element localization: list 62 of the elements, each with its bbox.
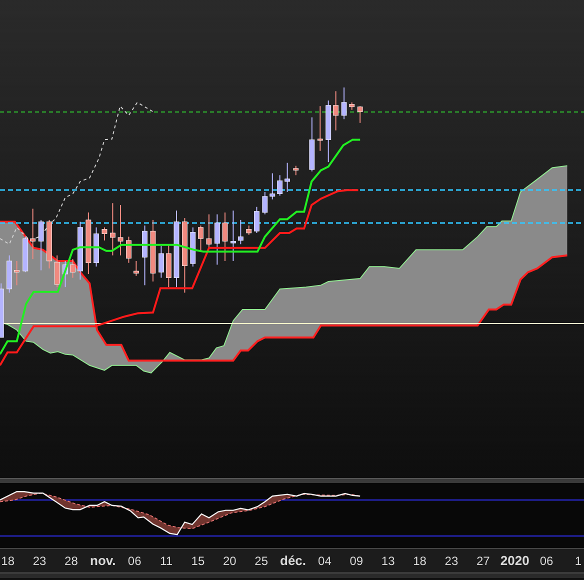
candle [341, 86, 347, 120]
axis-label: 09 [350, 554, 364, 568]
candle [22, 236, 28, 273]
candle [262, 191, 268, 215]
candle [349, 102, 355, 110]
axis-label: 1 [574, 554, 582, 568]
candle [46, 219, 52, 269]
candle [94, 226, 99, 268]
candle [62, 260, 68, 288]
axis-label: 23 [32, 554, 46, 568]
axis-label: 18 [1, 554, 15, 568]
candle [102, 226, 108, 241]
candle [158, 246, 164, 278]
axis-label: 13 [381, 554, 395, 568]
axis-label: 20 [222, 554, 236, 568]
axis-label: 2020 [500, 553, 530, 568]
candle [150, 219, 156, 282]
candle [238, 219, 244, 245]
candle [190, 226, 196, 268]
axis-label: 25 [254, 554, 268, 568]
axis-label: 18 [413, 554, 426, 568]
axis-label: 11 [160, 554, 173, 568]
axis-label: 04 [318, 554, 332, 568]
axis-label: 15 [191, 554, 205, 568]
candle [38, 219, 44, 271]
candle [357, 106, 363, 124]
candle [214, 214, 220, 266]
candle [284, 162, 290, 192]
candle [126, 236, 132, 264]
candle [54, 254, 60, 288]
axis-label: 28 [64, 554, 78, 568]
candle [134, 260, 139, 276]
axis-label: 27 [476, 554, 490, 568]
candle [198, 225, 204, 252]
candle [254, 206, 260, 234]
candle [6, 254, 12, 294]
candle [0, 282, 4, 338]
candle [309, 116, 315, 172]
axis-label: nov. [90, 553, 116, 568]
candle [270, 172, 276, 200]
candle [277, 174, 283, 196]
candle [246, 225, 252, 236]
candle [230, 210, 236, 262]
axis-label: 06 [540, 554, 554, 568]
candle [110, 202, 116, 256]
candle [317, 106, 323, 152]
candle [78, 221, 83, 280]
candle [206, 214, 212, 248]
candle [326, 100, 332, 163]
axis-label: déc. [280, 553, 306, 568]
candle [14, 260, 20, 286]
candle [86, 212, 92, 275]
axis-label: 23 [444, 554, 458, 568]
candle [142, 225, 148, 286]
candle [333, 90, 339, 131]
axis-label: 06 [128, 554, 142, 568]
candle [222, 212, 228, 262]
candle [30, 208, 36, 260]
candle [293, 165, 299, 176]
candle [70, 258, 76, 278]
candle [118, 204, 124, 256]
candle [166, 244, 172, 288]
